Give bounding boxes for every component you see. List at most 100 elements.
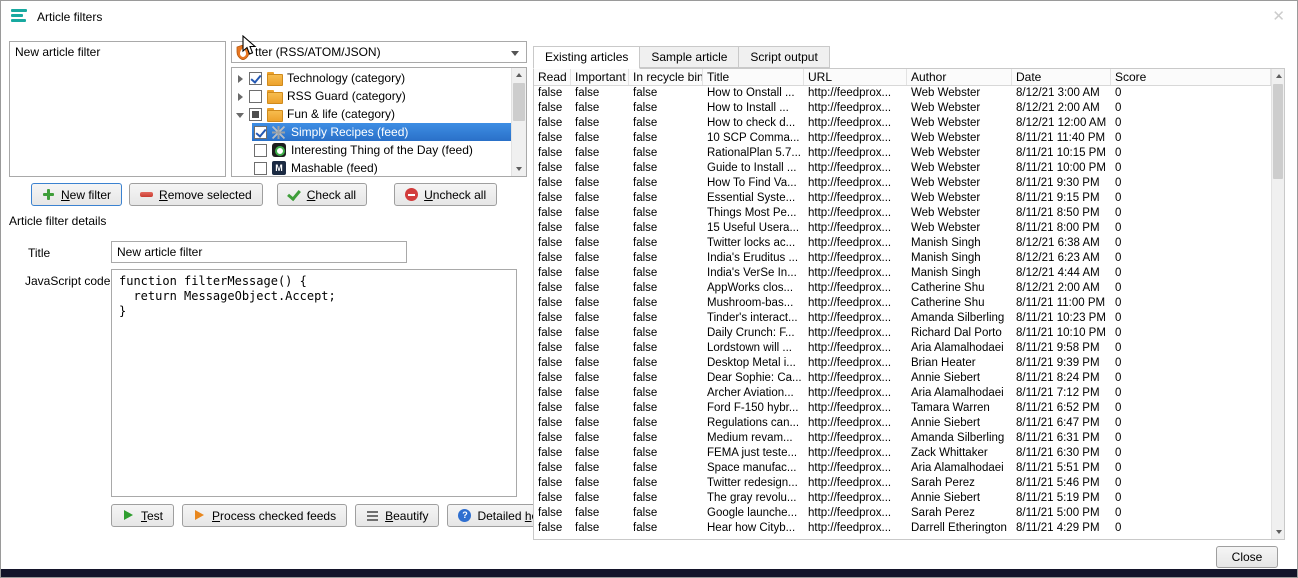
table-row[interactable]: falsefalsefalseTwitter locks ac...http:/… [534, 236, 1271, 251]
scrollbar-thumb[interactable] [1273, 84, 1283, 179]
title-input[interactable] [111, 241, 407, 263]
filter-list-icon [11, 8, 29, 24]
table-row[interactable]: falsefalsefalse15 Useful Usera...http://… [534, 221, 1271, 236]
table-cell: http://feedprox... [804, 146, 907, 161]
beautify-button[interactable]: Beautify [355, 504, 439, 527]
table-row[interactable]: falsefalsefalseHear how Cityb...http://f… [534, 521, 1271, 536]
tab-sample-article[interactable]: Sample article [639, 46, 739, 68]
tree-item[interactable]: Technology (category) [232, 69, 511, 87]
table-cell: 0 [1111, 506, 1271, 521]
table-row[interactable]: falsefalsefalseThe gray revolu...http://… [534, 491, 1271, 506]
scroll-down-icon[interactable] [1272, 525, 1284, 539]
table-cell: 8/12/21 6:23 AM [1012, 251, 1111, 266]
table-cell: http://feedprox... [804, 476, 907, 491]
expand-arrow-icon[interactable] [234, 72, 247, 85]
table-row[interactable]: falsefalsefalseDaily Crunch: F...http://… [534, 326, 1271, 341]
table-row[interactable]: falsefalsefalseHow to Onstall ...http://… [534, 86, 1271, 101]
column-header-url[interactable]: URL [804, 69, 907, 85]
table-row[interactable]: falsefalsefalseMedium revam...http://fee… [534, 431, 1271, 446]
table-row[interactable]: falsefalsefalseHow to Install ...http://… [534, 101, 1271, 116]
column-header-title[interactable]: Title [703, 69, 804, 85]
scroll-down-icon[interactable] [512, 162, 526, 176]
table-cell: false [571, 116, 629, 131]
close-button[interactable]: Close [1216, 546, 1278, 568]
button-label: New filter [61, 188, 111, 202]
tree-item-checkbox[interactable] [254, 144, 267, 157]
tree-item[interactable]: Fun & life (category) [232, 105, 511, 123]
table-row[interactable]: falsefalsefalseRegulations can...http://… [534, 416, 1271, 431]
tree-item[interactable]: RSS Guard (category) [232, 87, 511, 105]
table-row[interactable]: falsefalsefalseDesktop Metal i...http://… [534, 356, 1271, 371]
remove-selected-button[interactable]: Remove selected [129, 183, 263, 206]
table-cell: false [629, 116, 703, 131]
column-header-in-recycle-bin[interactable]: In recycle bin [629, 69, 703, 85]
tab-existing-articles[interactable]: Existing articles [533, 46, 640, 69]
table-row[interactable]: falsefalsefalseDear Sophie: Ca...http://… [534, 371, 1271, 386]
account-combobox[interactable]: tter (RSS/ATOM/JSON) [231, 41, 527, 63]
column-header-date[interactable]: Date [1012, 69, 1111, 85]
uncheck-all-button[interactable]: Uncheck all [394, 183, 497, 206]
table-row[interactable]: falsefalsefalseHow To Find Va...http://f… [534, 176, 1271, 191]
table-cell: false [629, 371, 703, 386]
scroll-up-icon[interactable] [512, 68, 526, 82]
expand-arrow-icon[interactable] [234, 90, 247, 103]
table-row[interactable]: falsefalsefalseIndia's VerSe In...http:/… [534, 266, 1271, 281]
table-row[interactable]: falsefalsefalseAppWorks clos...http://fe… [534, 281, 1271, 296]
table-row[interactable]: falsefalsefalseArcher Aviation...http://… [534, 386, 1271, 401]
tree-item[interactable]: Interesting Thing of the Day (feed) [252, 141, 511, 159]
table-row[interactable]: falsefalsefalseMushroom-bas...http://fee… [534, 296, 1271, 311]
help-icon [458, 509, 471, 522]
scrollbar-thumb[interactable] [513, 83, 525, 121]
table-cell: false [534, 356, 571, 371]
table-row[interactable]: falsefalsefalseTwitter redesign...http:/… [534, 476, 1271, 491]
column-header-author[interactable]: Author [907, 69, 1012, 85]
column-header-important[interactable]: Important [571, 69, 629, 85]
tab-script-output[interactable]: Script output [738, 46, 829, 68]
feeds-tree[interactable]: Technology (category)RSS Guard (category… [231, 67, 527, 177]
table-row[interactable]: falsefalsefalseRationalPlan 5.7...http:/… [534, 146, 1271, 161]
scroll-up-icon[interactable] [1272, 69, 1284, 83]
table-row[interactable]: falsefalsefalseFord F-150 hybr...http://… [534, 401, 1271, 416]
table-row[interactable]: falsefalsefalseIndia's Eruditus ...http:… [534, 251, 1271, 266]
test-button[interactable]: Test [111, 504, 174, 527]
table-row[interactable]: falsefalsefalseGuide to Install ...http:… [534, 161, 1271, 176]
table-cell: false [571, 416, 629, 431]
table-scrollbar[interactable] [1271, 69, 1284, 539]
table-cell: 0 [1111, 401, 1271, 416]
table-cell: 8/12/21 4:44 AM [1012, 266, 1111, 281]
table-row[interactable]: falsefalsefalseLordstown will ...http://… [534, 341, 1271, 356]
tree-item[interactable]: MMashable (feed) [252, 159, 511, 176]
tree-item-checkbox[interactable] [249, 108, 262, 121]
tree-item[interactable]: Simply Recipes (feed) [252, 123, 511, 141]
table-cell: false [571, 311, 629, 326]
table-row[interactable]: falsefalsefalseHow to check d...http://f… [534, 116, 1271, 131]
new-filter-button[interactable]: New filter [31, 183, 122, 206]
javascript-code-editor[interactable]: function filterMessage() { return Messag… [111, 269, 517, 497]
table-row[interactable]: falsefalsefalse10 SCP Comma...http://fee… [534, 131, 1271, 146]
table-cell: http://feedprox... [804, 386, 907, 401]
filters-list[interactable]: New article filter [9, 41, 226, 177]
process-checked-feeds-button[interactable]: Process checked feeds [182, 504, 347, 527]
table-row[interactable]: falsefalsefalseSpace manufac...http://fe… [534, 461, 1271, 476]
table-row[interactable]: falsefalsefalseFEMA just teste...http://… [534, 446, 1271, 461]
check-all-button[interactable]: Check all [277, 183, 367, 206]
filter-list-item[interactable]: New article filter [12, 44, 223, 61]
table-cell: false [571, 191, 629, 206]
tree-item-checkbox[interactable] [249, 90, 262, 103]
table-row[interactable]: falsefalsefalseGoogle launche...http://f… [534, 506, 1271, 521]
column-header-read[interactable]: Read [534, 69, 571, 85]
tree-item-checkbox[interactable] [254, 162, 267, 175]
window-close-icon[interactable]: ✕ [1272, 7, 1285, 25]
tree-item-checkbox[interactable] [254, 126, 267, 139]
tree-item-checkbox[interactable] [249, 72, 262, 85]
table-row[interactable]: falsefalsefalseThings Most Pe...http://f… [534, 206, 1271, 221]
table-row[interactable]: falsefalsefalseEssential Syste...http://… [534, 191, 1271, 206]
table-cell: Zack Whittaker [907, 446, 1012, 461]
table-row[interactable]: falsefalsefalseTinder's interact...http:… [534, 311, 1271, 326]
tree-scrollbar[interactable] [511, 68, 526, 176]
column-header-score[interactable]: Score [1111, 69, 1271, 85]
table-cell: false [534, 431, 571, 446]
table-cell: false [534, 191, 571, 206]
collapse-arrow-icon[interactable] [234, 108, 247, 121]
table-cell: 0 [1111, 251, 1271, 266]
